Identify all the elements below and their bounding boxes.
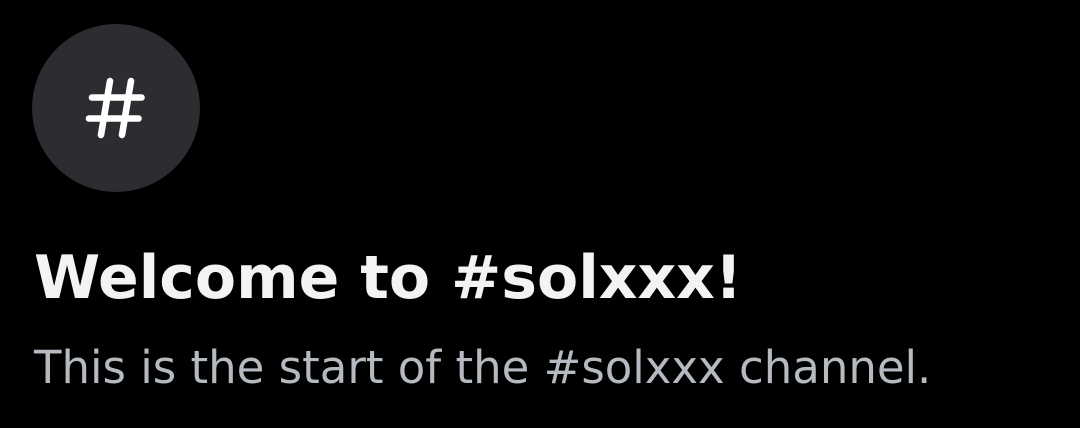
channel-welcome: Welcome to #solxxx! This is the start of… [0,0,1080,428]
channel-icon-circle [32,24,200,192]
welcome-title: Welcome to #solxxx! [34,243,743,313]
welcome-subtitle: This is the start of the #solxxx channel… [34,341,932,394]
hashtag-icon [80,72,152,144]
